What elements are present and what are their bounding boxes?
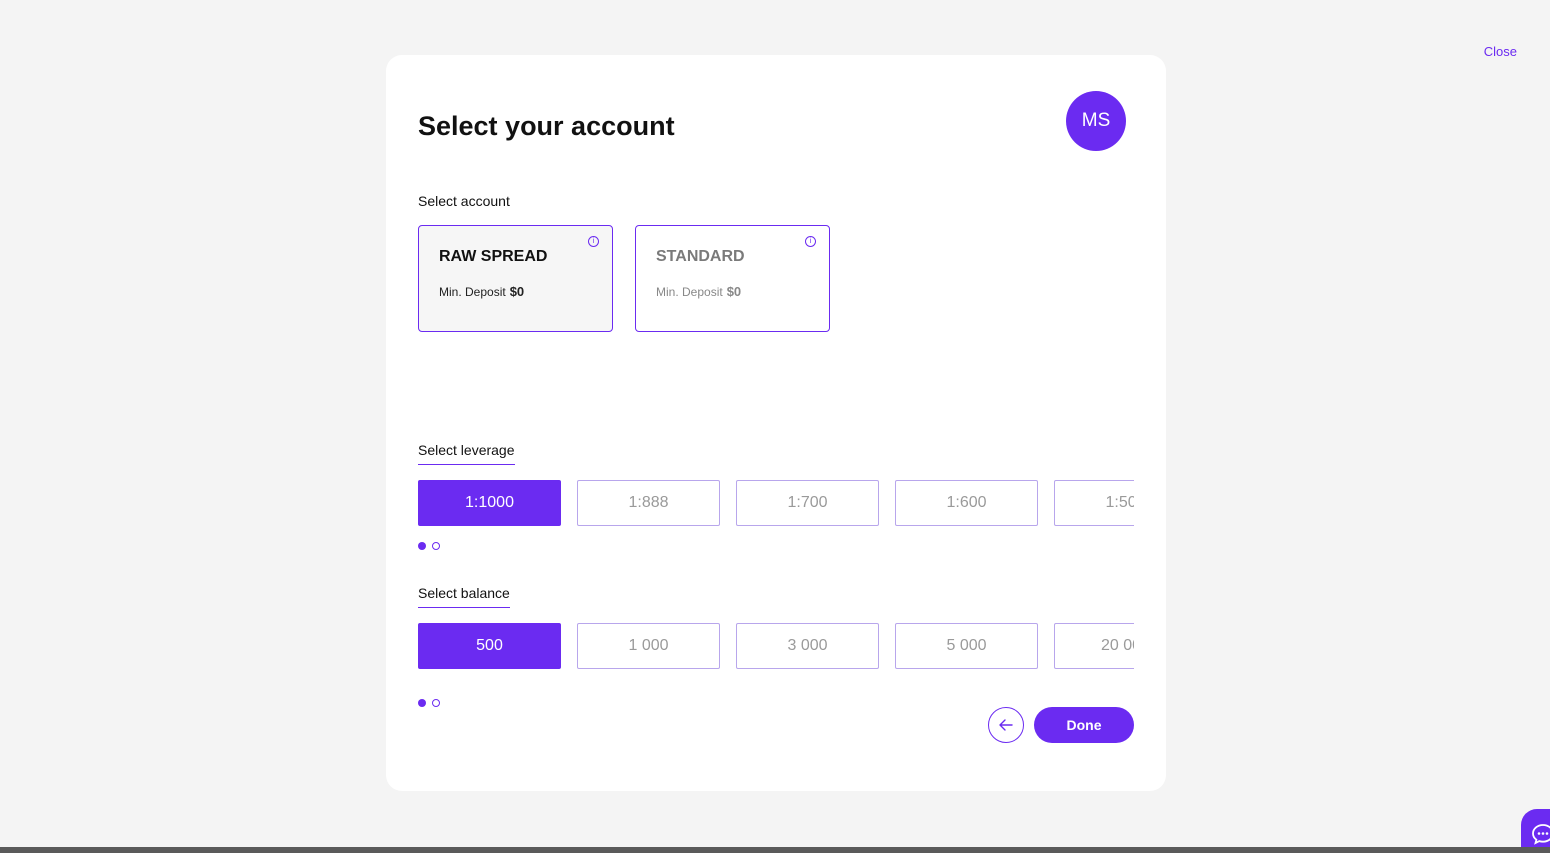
leverage-option[interactable]: 1:700: [736, 480, 879, 526]
page-title: Select your account: [418, 111, 675, 141]
pagination-dot-active[interactable]: [418, 699, 426, 707]
deposit-value: $0: [509, 284, 525, 299]
deposit-value: $0: [726, 284, 742, 299]
balance-options: 500 1 000 3 000 5 000 20 000: [418, 623, 1134, 669]
deposit-label: Min. Deposit: [439, 285, 506, 299]
leverage-option[interactable]: 1:888: [577, 480, 720, 526]
back-button[interactable]: [988, 707, 1024, 743]
balance-option[interactable]: 1 000: [577, 623, 720, 669]
pagination-dot[interactable]: [432, 699, 440, 707]
account-card-standard[interactable]: STANDARD Min. Deposit $0 i: [635, 225, 830, 332]
account-card-name: RAW SPREAD: [439, 248, 548, 265]
page: Close Select your account MS Select acco…: [0, 0, 1550, 853]
balance-option[interactable]: 3 000: [736, 623, 879, 669]
info-icon[interactable]: i: [588, 236, 599, 247]
account-card-raw-spread[interactable]: RAW SPREAD Min. Deposit $0 i: [418, 225, 613, 332]
leverage-option[interactable]: 1:500: [1054, 480, 1134, 526]
balance-option[interactable]: 20 000: [1054, 623, 1134, 669]
done-button[interactable]: Done: [1034, 707, 1134, 743]
balance-option[interactable]: 500: [418, 623, 561, 669]
chat-bubble-icon: [1532, 824, 1550, 845]
info-icon[interactable]: i: [805, 236, 816, 247]
pagination-dot[interactable]: [432, 542, 440, 550]
leverage-options: 1:1000 1:888 1:700 1:600 1:500: [418, 480, 1134, 526]
pagination-dot-active[interactable]: [418, 542, 426, 550]
avatar[interactable]: MS: [1066, 91, 1126, 151]
select-leverage-label: Select leverage: [418, 442, 515, 465]
arrow-left-icon: [999, 719, 1013, 731]
select-account-label: Select account: [418, 193, 510, 209]
account-card-name: STANDARD: [656, 248, 745, 265]
taskbar-strip: [0, 847, 1550, 853]
leverage-option[interactable]: 1:1000: [418, 480, 561, 526]
account-card-deposit: Min. Deposit $0: [439, 284, 524, 299]
deposit-label: Min. Deposit: [656, 285, 723, 299]
close-link[interactable]: Close: [1484, 44, 1517, 59]
balance-option[interactable]: 5 000: [895, 623, 1038, 669]
account-modal: Select your account MS Select account RA…: [386, 55, 1166, 791]
leverage-option[interactable]: 1:600: [895, 480, 1038, 526]
select-balance-label: Select balance: [418, 585, 510, 608]
account-card-deposit: Min. Deposit $0: [656, 284, 741, 299]
